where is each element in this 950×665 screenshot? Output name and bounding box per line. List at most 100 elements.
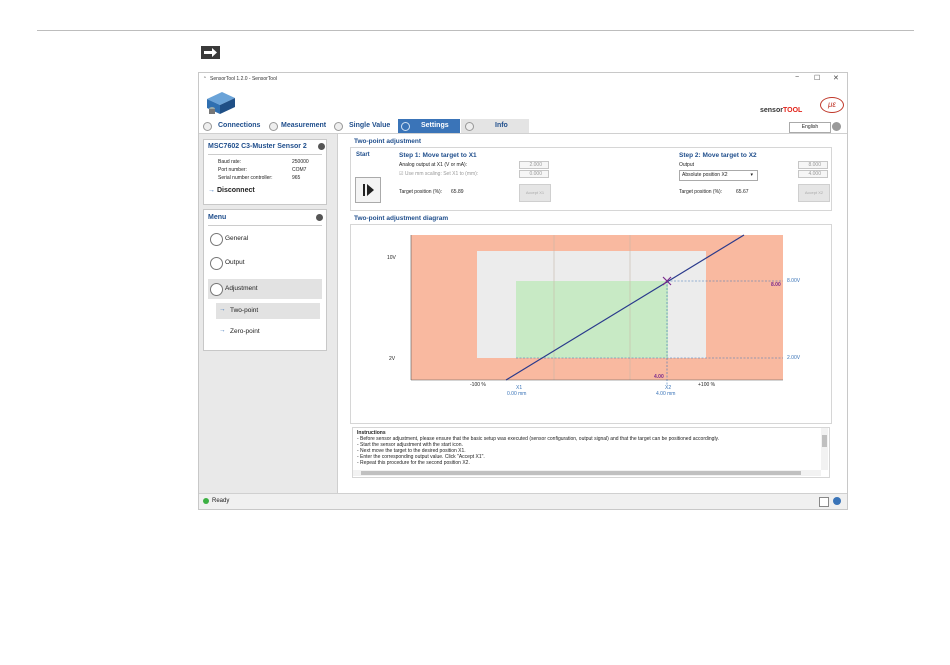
- play-icon: [363, 184, 374, 196]
- menu-item-output[interactable]: Output: [208, 256, 322, 270]
- menu-item-adjustment[interactable]: Adjustment: [208, 279, 322, 299]
- collapse-icon[interactable]: [318, 143, 325, 150]
- scroll-thumb[interactable]: [361, 471, 801, 475]
- info-icon[interactable]: [833, 497, 841, 505]
- main-panel: Two-point adjustment Start Step 1: Move …: [338, 134, 847, 493]
- collapse-icon[interactable]: [316, 214, 323, 221]
- target-position-value-2: 65.67: [736, 189, 749, 195]
- output-label: Output: [679, 162, 695, 168]
- close-button[interactable]: ✕: [833, 74, 839, 82]
- status-ok-icon: [203, 498, 209, 504]
- valid-range: [516, 281, 668, 358]
- chevron-down-icon: ▾: [750, 172, 753, 178]
- language-label: English: [801, 124, 819, 130]
- right-bottom-label: 2.00V: [787, 355, 801, 361]
- submenu-item-zero-point[interactable]: → Zero-point: [216, 324, 320, 340]
- language-dropdown-icon[interactable]: [832, 122, 841, 131]
- menu-card: Menu General Output Adjustment → Two-poi…: [203, 209, 327, 351]
- window-title: SensorTool 1.2.0 - SensorTool: [210, 76, 277, 82]
- sensor-card: MSC7602 C3-Muster Sensor 2 Baud rate: 25…: [203, 139, 327, 205]
- settings-icon: [401, 122, 410, 131]
- tab-measurement[interactable]: Measurement: [281, 119, 326, 133]
- divider: [208, 154, 322, 155]
- title-bar: ◔ SensorTool 1.2.0 - SensorTool − ☐ ✕: [199, 73, 847, 85]
- output-select[interactable]: Absolute position X2 ▾: [679, 170, 758, 181]
- two-point-title: Two-point adjustment: [354, 138, 422, 145]
- sensor-title: MSC7602 C3-Muster Sensor 2: [208, 143, 307, 150]
- start-button[interactable]: [355, 177, 381, 203]
- y-bottom-label: 2V: [389, 356, 396, 362]
- x2-position-value: 4.000: [808, 171, 821, 177]
- save-icon[interactable]: [819, 497, 829, 507]
- menu-item-label: General: [225, 235, 249, 242]
- info-icon: [465, 122, 474, 131]
- instructions-panel: Instructions - Before sensor adjustment,…: [352, 427, 830, 478]
- home-icon: [210, 233, 223, 246]
- tab-connections[interactable]: Connections: [218, 119, 260, 133]
- point-value-label: 8.00: [771, 282, 781, 288]
- step2-title: Step 2: Move target to X2: [679, 152, 757, 159]
- two-point-group: Start Step 1: Move target to X1 Analog o…: [350, 147, 832, 211]
- analog-output-input[interactable]: 2.000: [519, 161, 549, 169]
- x2-position-input[interactable]: 4.000: [798, 170, 828, 178]
- tab-settings[interactable]: Settings: [398, 119, 460, 133]
- step1-title: Step 1: Move target to X1: [399, 152, 477, 159]
- tab-settings-label: Settings: [421, 122, 449, 129]
- menu-item-general[interactable]: General: [208, 232, 322, 246]
- x2-sub-label: 4.00 mm: [656, 391, 676, 397]
- minimize-button[interactable]: −: [795, 74, 799, 81]
- x1-sub-label: 0.00 mm: [507, 391, 527, 397]
- adjustment-diagram: [410, 234, 783, 385]
- start-label: Start: [356, 152, 370, 158]
- tab-single-value[interactable]: Single Value: [349, 119, 390, 133]
- target-position-label-2: Target position (%):: [679, 189, 723, 195]
- accept-x1-button[interactable]: Accept X1: [519, 184, 551, 202]
- main-tabs: Connections Measurement Single Value Set…: [199, 119, 847, 134]
- x-left-label: -100 %: [470, 382, 486, 388]
- single-value-icon: [334, 122, 343, 131]
- language-select[interactable]: English: [789, 122, 831, 133]
- serial-number-value: 965: [292, 175, 301, 181]
- tab-info[interactable]: Info: [495, 119, 508, 133]
- analog-output-value: 2.000: [529, 162, 542, 168]
- brand-wordmark: sensorTOOL: [760, 107, 802, 114]
- arrow-right-icon: →: [219, 306, 226, 313]
- disconnect-button[interactable]: → Disconnect: [208, 187, 255, 194]
- vertical-scrollbar[interactable]: [821, 428, 828, 470]
- adjust-icon: [210, 283, 223, 296]
- mm-scaling-checkbox[interactable]: ☑ Use mm scaling: Set X1 to (mm):: [399, 171, 478, 177]
- serial-number-label: Serial number controller:: [218, 175, 273, 181]
- analog-output-label: Analog output at X1 (V or mA):: [399, 162, 468, 168]
- menu-title: Menu: [208, 214, 227, 221]
- sensor-device-icon: [204, 87, 238, 119]
- brand-sensor: sensor: [760, 107, 783, 114]
- right-top-label: 8.00V: [787, 278, 801, 284]
- wave-icon: [210, 257, 223, 270]
- page-top-rule: [37, 30, 914, 31]
- accept-x2-button[interactable]: Accept X2: [798, 184, 830, 202]
- arrow-right-icon: →: [219, 327, 226, 334]
- mm-scaling-label: Use mm scaling: Set X1 to (mm):: [404, 171, 479, 177]
- mm-scaling-input[interactable]: 0.000: [519, 170, 549, 178]
- horizontal-scrollbar[interactable]: [353, 470, 821, 476]
- status-text: Ready: [212, 498, 230, 504]
- diagram-group: 10V 2V -100 % +100 % X1 0.00 mm X2 4.00 …: [350, 224, 832, 424]
- mm-scaling-value: 0.000: [529, 171, 542, 177]
- arrow-right-icon: [201, 46, 220, 59]
- scroll-thumb[interactable]: [822, 435, 827, 447]
- micro-epsilon-logo: μɛ: [820, 97, 844, 113]
- baud-rate-value: 250000: [292, 159, 309, 165]
- submenu-item-two-point[interactable]: → Two-point: [216, 303, 320, 319]
- output-value-input[interactable]: 8.000: [798, 161, 828, 169]
- diagram-title: Two-point adjustment diagram: [354, 215, 449, 222]
- connections-icon: [203, 122, 212, 131]
- sidebar: MSC7602 C3-Muster Sensor 2 Baud rate: 25…: [199, 134, 338, 493]
- target-position-value: 65.89: [451, 189, 464, 195]
- app-window: ◔ SensorTool 1.2.0 - SensorTool − ☐ ✕ se…: [198, 72, 848, 510]
- x-right-label: +100 %: [698, 382, 716, 388]
- submenu-item-label: Zero-point: [230, 328, 260, 335]
- measurement-icon: [269, 122, 278, 131]
- output-value: 8.000: [808, 162, 821, 168]
- maximize-button[interactable]: ☐: [814, 74, 820, 82]
- baud-rate-label: Baud rate:: [218, 159, 242, 165]
